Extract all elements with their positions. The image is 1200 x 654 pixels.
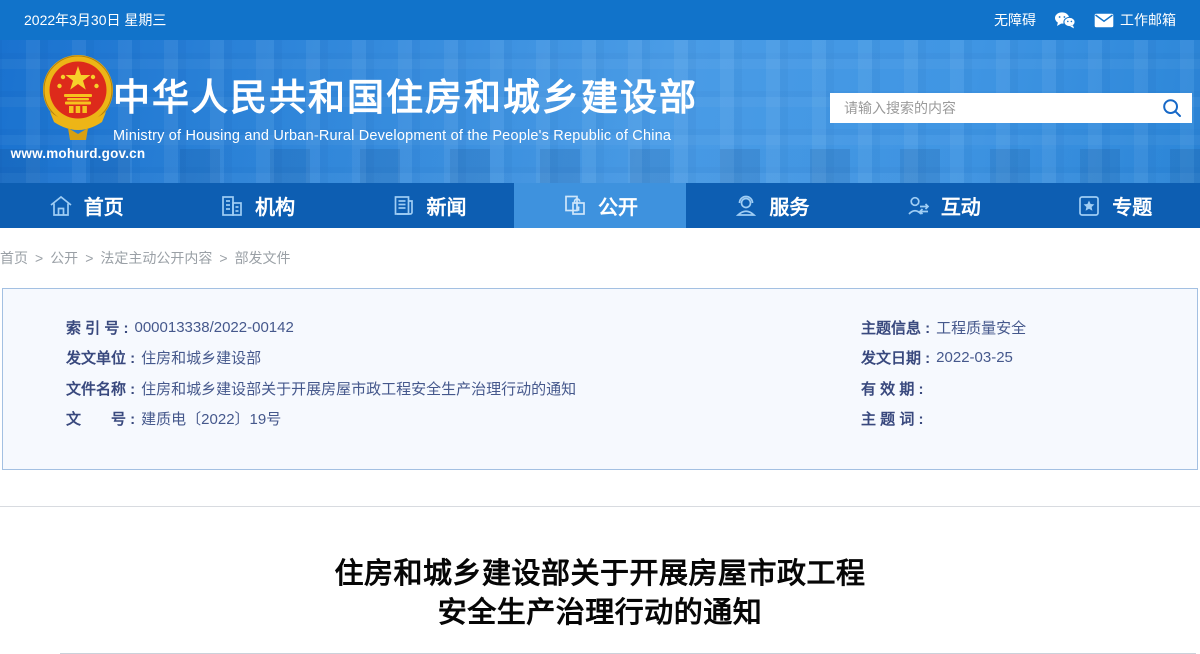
nav-tab-label: 服务 [769,191,809,220]
meta-label: 主 题 词 : [861,408,924,429]
breadcrumb-item-home[interactable]: 首页 [0,248,28,268]
organization-icon [219,193,245,219]
document-content-section: 住房和城乡建设部关于开展房屋市政工程 安全生产治理行动的通知 [0,506,1200,653]
news-icon [391,193,417,219]
accessibility-label: 无障碍 [994,10,1036,30]
metadata-right-column: 主题信息 : 工程质量安全 发文日期 : 2022-03-25 有 效 期 : … [851,312,1197,469]
site-url: www.mohurd.gov.cn [8,146,148,161]
service-icon [733,193,759,219]
search-box [830,93,1192,123]
meta-row-document-name: 文件名称 : 住房和城乡建设部关于开展房屋市政工程安全生产治理行动的通知 [66,373,851,404]
meta-value: 2022-03-25 [936,349,1013,366]
meta-value: 住房和城乡建设部 [141,347,261,368]
breadcrumb-separator: > [85,250,93,266]
breadcrumb-item-ministry-documents[interactable]: 部发文件 [235,248,291,268]
search-input[interactable] [830,93,1152,123]
meta-label: 文 号 : [66,408,135,429]
nav-tab-label: 专题 [1112,191,1152,220]
search-button[interactable] [1152,93,1192,123]
section-gap [0,470,1200,506]
meta-row-topic-info: 主题信息 : 工程质量安全 [861,312,1197,343]
meta-label: 主题信息 : [861,317,930,338]
nav-tab-news[interactable]: 新闻 [343,183,514,228]
document-title: 住房和城乡建设部关于开展房屋市政工程 安全生产治理行动的通知 [0,555,1200,633]
site-title-block: 中华人民共和国住房和城乡建设部 Ministry of Housing and … [113,76,698,144]
wechat-icon[interactable] [1054,11,1076,29]
document-title-line1: 住房和城乡建设部关于开展房屋市政工程 [0,555,1200,594]
meta-value: 住房和城乡建设部关于开展房屋市政工程安全生产治理行动的通知 [141,378,576,399]
current-date: 2022年3月30日 星期三 [24,10,166,30]
document-metadata-card: 索 引 号 : 000013338/2022-00142 发文单位 : 住房和城… [2,288,1198,470]
meta-label: 发文日期 : [861,347,930,368]
nav-tab-label: 新闻 [427,191,467,220]
building-treeline [0,149,1200,183]
nav-tab-label: 互动 [941,191,981,220]
national-emblem-icon [40,48,116,144]
site-subtitle: Ministry of Housing and Urban-Rural Deve… [113,128,698,144]
document-title-line2: 安全生产治理行动的通知 [0,594,1200,633]
nav-tab-label: 机构 [255,191,295,220]
main-nav: 首页 机构 新闻 公开 服务 [0,183,1200,228]
meta-value: 000013338/2022-00142 [135,319,294,336]
mailbox-label: 工作邮箱 [1120,10,1176,30]
nav-tab-label: 公开 [598,191,638,220]
work-mailbox-link[interactable]: 工作邮箱 [1094,10,1176,30]
nav-tab-topic[interactable]: 专题 [1029,183,1200,228]
meta-row-issuing-unit: 发文单位 : 住房和城乡建设部 [66,343,851,374]
breadcrumb-item-statutory[interactable]: 法定主动公开内容 [100,248,212,268]
top-bar: 2022年3月30日 星期三 无障碍 工 [0,0,1200,40]
mail-icon [1094,13,1114,28]
meta-label: 发文单位 : [66,347,135,368]
metadata-left-column: 索 引 号 : 000013338/2022-00142 发文单位 : 住房和城… [3,312,851,469]
meta-label: 索 引 号 : [66,317,129,338]
nav-tab-label: 首页 [84,191,124,220]
accessibility-link[interactable]: 无障碍 [994,10,1036,30]
interaction-icon [905,193,931,219]
nav-tab-service[interactable]: 服务 [686,183,857,228]
meta-row-document-number: 文 号 : 建质电〔2022〕19号 [66,404,851,435]
top-bar-links: 无障碍 工作邮箱 [994,10,1176,30]
breadcrumb-separator: > [219,250,227,266]
breadcrumb-item-disclosure[interactable]: 公开 [50,248,78,268]
site-title: 中华人民共和国住房和城乡建设部 [113,76,698,120]
breadcrumb-separator: > [35,250,43,266]
site-header: www.mohurd.gov.cn 中华人民共和国住房和城乡建设部 Minist… [0,40,1200,183]
nav-tab-organization[interactable]: 机构 [171,183,342,228]
breadcrumb: 首页 > 公开 > 法定主动公开内容 > 部发文件 [0,228,1200,288]
meta-row-validity: 有 效 期 : [861,373,1197,404]
meta-value: 工程质量安全 [936,317,1026,338]
meta-value: 建质电〔2022〕19号 [141,408,281,429]
nav-tab-disclosure[interactable]: 公开 [514,183,685,228]
search-icon [1162,98,1182,118]
meta-row-keywords: 主 题 词 : [861,404,1197,435]
meta-label: 文件名称 : [66,378,135,399]
disclosure-icon [562,193,588,219]
nav-tab-interaction[interactable]: 互动 [857,183,1028,228]
meta-label: 有 效 期 : [861,378,924,399]
meta-row-issue-date: 发文日期 : 2022-03-25 [861,343,1197,374]
home-icon [48,193,74,219]
meta-row-index-number: 索 引 号 : 000013338/2022-00142 [66,312,851,343]
nav-tab-home[interactable]: 首页 [0,183,171,228]
topic-icon [1076,193,1102,219]
